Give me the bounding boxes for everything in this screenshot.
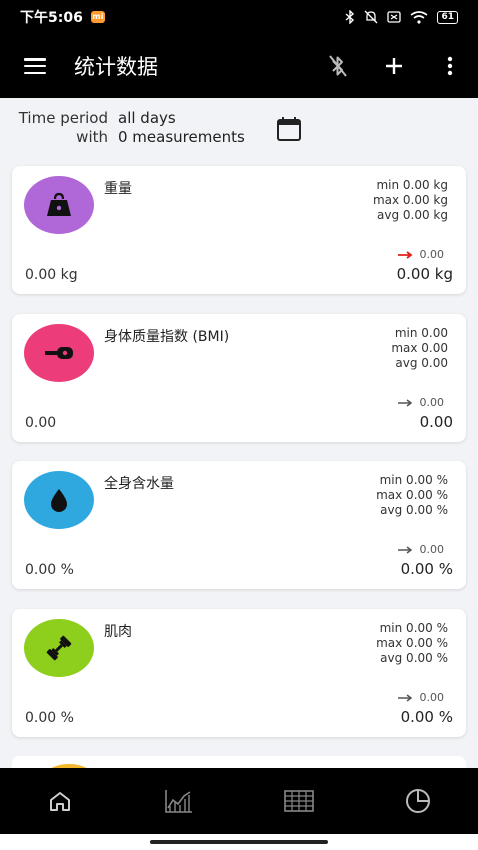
measurement-card-weight[interactable]: 重量 min 0.00 kg max 0.00 kg avg 0.00 kg 0… [12, 166, 466, 294]
gesture-handle[interactable] [150, 840, 328, 844]
sim-icon [387, 11, 402, 23]
chart-icon [165, 790, 193, 813]
measurement-stats: min 0.00 % max 0.00 % avg 0.00 % [376, 621, 448, 666]
max-value: max 0.00 % [376, 636, 448, 650]
pie-chart-icon [406, 789, 431, 813]
min-value: min 0.00 [394, 326, 448, 340]
nav-home[interactable] [0, 768, 120, 834]
max-value: max 0.00 [391, 341, 448, 355]
current-value: 0.00 % [25, 562, 74, 578]
max-value: max 0.00 % [376, 488, 448, 502]
measurement-card-water[interactable]: 全身含水量 min 0.00 % max 0.00 % avg 0.00 % 0… [12, 461, 466, 589]
current-value: 0.00 [25, 415, 57, 431]
bluetooth-button[interactable] [310, 34, 366, 98]
status-icons: 61 [345, 10, 458, 24]
measurement-stats: min 0.00 kg max 0.00 kg avg 0.00 kg [373, 178, 448, 223]
max-value: max 0.00 kg [372, 193, 448, 207]
min-value: min 0.00 % [379, 473, 448, 487]
measurement-stats: min 0.00 max 0.00 avg 0.00 [391, 326, 448, 371]
bluetooth-status-icon [346, 10, 355, 24]
menu-button[interactable] [0, 34, 70, 98]
status-bar: 下午5:06 mi 61 [0, 0, 478, 34]
hamburger-icon [24, 58, 46, 74]
arrow-right-icon [397, 398, 412, 407]
arrow-right-icon [397, 250, 412, 259]
latest-value: 0.00 kg [396, 265, 453, 283]
table-icon [283, 790, 314, 812]
avg-value: avg 0.00 % [380, 651, 448, 665]
time-period-section: Time period all days with 0 measurements [0, 98, 478, 160]
dumbbell-icon [46, 635, 72, 661]
avg-value: avg 0.00 kg [377, 208, 448, 222]
app-bar: 统计数据 [0, 34, 478, 98]
measurement-count: 0 measurements [118, 128, 245, 146]
measurement-stats: min 0.00 % max 0.00 % avg 0.00 % [376, 473, 448, 518]
water-drop-icon [51, 489, 67, 512]
arrow-right-icon [397, 545, 412, 554]
min-value: min 0.00 kg [376, 178, 448, 192]
trend-indicator: 0.00 [397, 396, 445, 409]
weight-avatar [24, 176, 94, 234]
home-icon [49, 792, 70, 811]
muscle-avatar [24, 619, 94, 677]
bmi-avatar [24, 324, 94, 382]
trend-indicator: 0.00 [397, 543, 445, 556]
calendar-icon[interactable] [274, 114, 304, 144]
trend-value: 0.00 [419, 248, 445, 261]
trend-value: 0.00 [419, 691, 445, 704]
arrow-right-icon [397, 693, 412, 702]
with-label: with [76, 128, 108, 146]
measurement-name: 肌肉 [104, 624, 132, 640]
current-value: 0.00 % [25, 710, 74, 726]
avg-value: avg 0.00 % [380, 503, 448, 517]
trend-value: 0.00 [419, 396, 445, 409]
latest-value: 0.00 % [400, 708, 453, 726]
wifi-icon [410, 10, 428, 24]
measurement-card-bmi[interactable]: 身体质量指数 (BMI) min 0.00 max 0.00 avg 0.00 … [12, 314, 466, 442]
plus-icon [386, 58, 402, 74]
trend-value: 0.00 [419, 543, 445, 556]
water-avatar [24, 471, 94, 529]
latest-value: 0.00 [419, 413, 453, 431]
avg-value: avg 0.00 [395, 356, 448, 370]
status-time: 下午5:06 [20, 10, 83, 26]
measurement-card-muscle[interactable]: 肌肉 min 0.00 % max 0.00 % avg 0.00 % 0.00… [12, 609, 466, 737]
min-value: min 0.00 % [379, 621, 448, 635]
page-title: 统计数据 [74, 55, 158, 79]
gesture-area [0, 834, 478, 850]
tape-measure-icon [45, 347, 73, 359]
nav-chart[interactable] [120, 768, 240, 834]
time-period-value: all days [118, 109, 176, 127]
measurement-name: 身体质量指数 (BMI) [104, 329, 230, 345]
more-options-button[interactable] [422, 34, 478, 98]
nav-pie-chart[interactable] [359, 768, 478, 834]
latest-value: 0.00 % [400, 560, 453, 578]
add-button[interactable] [366, 34, 422, 98]
nav-table[interactable] [239, 768, 359, 834]
time-period-label: Time period [18, 109, 108, 127]
mute-icon [365, 10, 378, 24]
measurement-name: 重量 [104, 181, 132, 197]
trend-indicator: 0.00 [397, 691, 445, 704]
battery-icon: 61 [437, 10, 458, 24]
trend-indicator: 0.00 [397, 248, 445, 261]
bottom-navigation [0, 768, 478, 834]
weight-icon [47, 192, 71, 216]
bluetooth-disabled-icon [329, 55, 347, 77]
more-vert-icon [447, 56, 453, 76]
current-value: 0.00 kg [25, 267, 78, 283]
mi-notification-icon: mi [90, 11, 105, 23]
measurement-name: 全身含水量 [104, 476, 174, 492]
